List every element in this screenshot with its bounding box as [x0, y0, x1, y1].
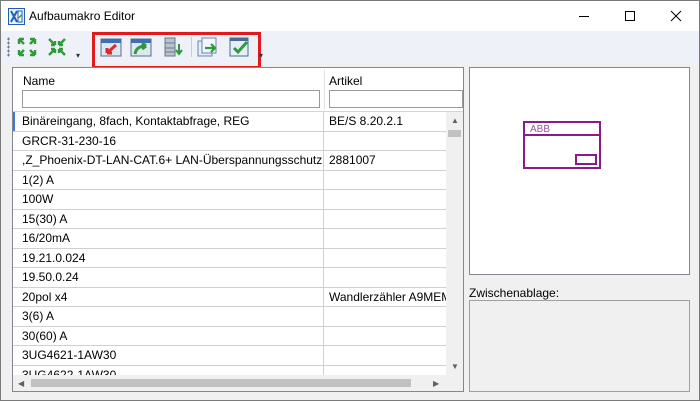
- copy-forward-icon: [197, 37, 217, 57]
- close-button[interactable]: [653, 1, 699, 31]
- cell-name: 16/20mA: [13, 229, 324, 248]
- column-label-name: Name: [23, 74, 56, 88]
- toolbar-separator: [191, 37, 192, 57]
- cell-name: 19.21.0.024: [13, 248, 324, 267]
- collapse-all-icon: [48, 38, 66, 56]
- cell-name: 3UG4622-1AW30: [13, 365, 324, 375]
- grid-header: Name Artikel: [13, 68, 463, 112]
- maximize-icon: [625, 11, 635, 21]
- toolbar-grip[interactable]: [7, 37, 10, 57]
- horizontal-scroll-thumb[interactable]: [31, 379, 411, 387]
- app-icon: [8, 8, 25, 25]
- cell-name: Binäreingang, 8fach, Kontaktabfrage, REG: [13, 112, 324, 131]
- filter-article-input[interactable]: [329, 90, 463, 108]
- minimize-icon: [579, 16, 589, 17]
- cell-article: [324, 229, 446, 248]
- horizontal-scrollbar[interactable]: ◀ ▶: [13, 375, 446, 391]
- main-window: Aufbaumakro Editor ▾ ▾ Name Artikel Binä…: [0, 0, 700, 401]
- table-row[interactable]: 3UG4622-1AW30: [13, 365, 446, 376]
- confirm-button[interactable]: [228, 35, 252, 59]
- macro-grid: Name Artikel Binäreingang, 8fach, Kontak…: [12, 67, 464, 392]
- maximize-button[interactable]: [607, 1, 653, 31]
- cell-article: [324, 268, 446, 287]
- filter-name-input[interactable]: [22, 90, 320, 108]
- database-down-button[interactable]: [161, 35, 185, 59]
- scroll-up-icon[interactable]: ▲: [451, 116, 459, 126]
- toolbar-overflow-icon[interactable]: ▾: [259, 52, 266, 60]
- cell-name: 3UG4621-1AW30: [13, 346, 324, 365]
- cell-article: [324, 171, 446, 190]
- vertical-scroll-thumb[interactable]: [448, 130, 461, 137]
- cell-name: 30(60) A: [13, 326, 324, 345]
- toolbar: ▾ ▾: [1, 31, 699, 69]
- scroll-down-icon[interactable]: ▼: [451, 362, 459, 372]
- symbol-preview: ABB: [469, 67, 690, 275]
- grid-rows: Binäreingang, 8fach, Kontaktabfrage, REG…: [13, 112, 446, 375]
- toolbar-overflow-icon[interactable]: ▾: [76, 52, 83, 60]
- export-macro-icon: [130, 38, 152, 57]
- cell-name: 15(30) A: [13, 209, 324, 228]
- table-row[interactable]: 15(30) A: [13, 209, 446, 229]
- table-row[interactable]: GRCR-31-230-16: [13, 131, 446, 151]
- database-down-icon: [164, 37, 183, 57]
- collapse-all-button[interactable]: [45, 35, 69, 59]
- table-row[interactable]: 100W: [13, 190, 446, 210]
- cell-name: 100W: [13, 190, 324, 209]
- import-macro-icon: [100, 38, 122, 57]
- minimize-button[interactable]: [561, 1, 607, 31]
- cell-article: [324, 249, 446, 268]
- table-row[interactable]: ,Z_Phoenix-DT-LAN-CAT.6+ LAN-Überspannun…: [13, 151, 446, 171]
- cell-article: [324, 190, 446, 209]
- clipboard-panel[interactable]: [469, 300, 690, 392]
- import-macro-button[interactable]: [99, 35, 123, 59]
- cell-article: [324, 366, 446, 376]
- cell-name: ,Z_Phoenix-DT-LAN-CAT.6+ LAN-Überspannun…: [13, 151, 324, 170]
- cell-article: BE/S 8.20.2.1: [329, 114, 404, 128]
- column-label-article: Artikel: [329, 74, 363, 88]
- cell-article: Wandlerzähler A9MEM: [329, 289, 446, 304]
- window-title: Aufbaumakro Editor: [29, 9, 136, 23]
- cell-article: [324, 210, 446, 229]
- cell-article: [324, 346, 446, 365]
- copy-forward-button[interactable]: [196, 35, 220, 59]
- table-row[interactable]: 19.21.0.024: [13, 248, 446, 268]
- cell-name: 1(2) A: [13, 170, 324, 189]
- cell-name: 3(6) A: [13, 307, 324, 326]
- table-row[interactable]: 16/20mA: [13, 229, 446, 249]
- table-row[interactable]: Binäreingang, 8fach, Kontaktabfrage, REG…: [13, 112, 446, 132]
- confirm-check-icon: [229, 37, 249, 57]
- scroll-left-icon[interactable]: ◀: [18, 379, 24, 389]
- export-macro-button[interactable]: [129, 35, 153, 59]
- cell-article: [324, 307, 446, 326]
- table-row[interactable]: 20pol x4 Wandlerzähler A9MEM: [13, 287, 446, 307]
- table-row[interactable]: 19.50.0.24: [13, 268, 446, 288]
- cell-name: 20pol x4: [13, 287, 324, 306]
- cell-article: 2881007: [329, 153, 376, 167]
- symbol-label: ABB: [530, 124, 550, 135]
- cell-article: [324, 132, 446, 151]
- device-symbol: ABB: [523, 121, 601, 169]
- vertical-scrollbar[interactable]: ▲ ▼: [446, 112, 463, 375]
- scrollbar-corner: [446, 375, 463, 391]
- table-row[interactable]: 30(60) A: [13, 326, 446, 346]
- expand-all-button[interactable]: [15, 35, 39, 59]
- column-header-name[interactable]: Name: [13, 68, 324, 112]
- title-bar: Aufbaumakro Editor: [1, 1, 699, 31]
- table-row[interactable]: 1(2) A: [13, 170, 446, 190]
- table-row[interactable]: 3UG4621-1AW30: [13, 346, 446, 366]
- scroll-right-icon[interactable]: ▶: [433, 379, 439, 389]
- table-row[interactable]: 3(6) A: [13, 307, 446, 327]
- clipboard-label: Zwischenablage:: [469, 286, 560, 300]
- cell-name: 19.50.0.24: [13, 268, 324, 287]
- cell-name: GRCR-31-230-16: [13, 131, 324, 150]
- cell-article: [324, 327, 446, 346]
- column-header-article[interactable]: Artikel: [325, 68, 463, 112]
- close-icon: [670, 10, 682, 22]
- expand-all-icon: [17, 37, 37, 57]
